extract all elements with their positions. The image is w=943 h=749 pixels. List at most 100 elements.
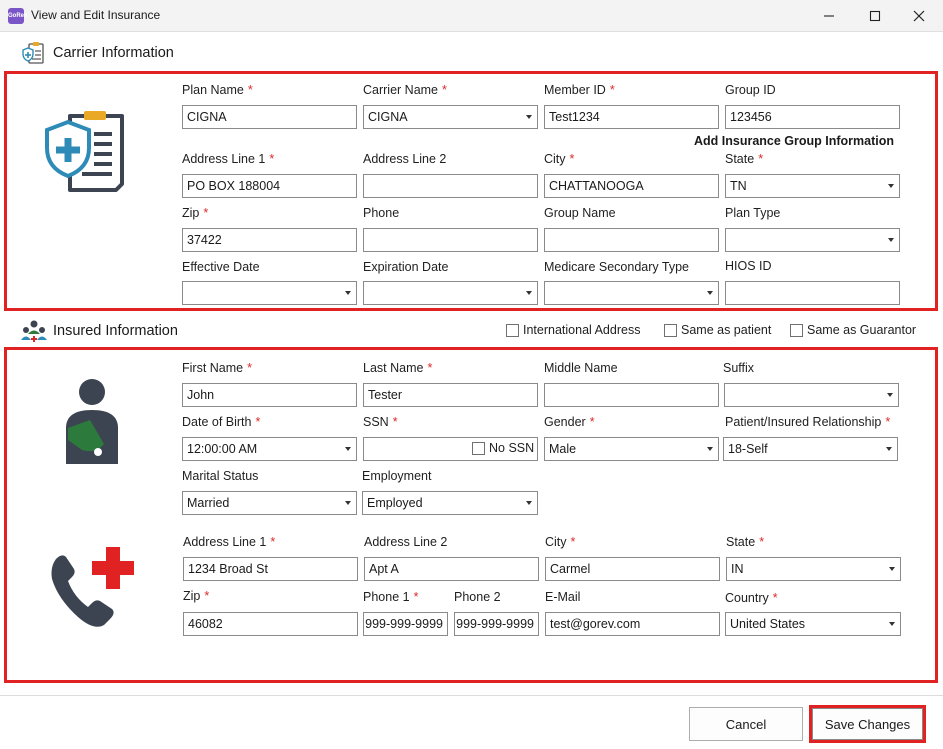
middle-name-input[interactable]: [544, 383, 719, 407]
relationship-label: Patient/Insured Relationship *: [725, 415, 891, 429]
gender-dropdown[interactable]: Male: [544, 437, 719, 461]
plan-name-label: Plan Name *: [182, 83, 253, 97]
chevron-down-icon: [889, 567, 895, 571]
carrier-city-input[interactable]: CHATTANOOGA: [544, 174, 719, 198]
effective-date-picker[interactable]: [182, 281, 357, 305]
first-name-input[interactable]: John: [182, 383, 357, 407]
medicare-secondary-dropdown[interactable]: [544, 281, 719, 305]
insured-city-label: City *: [545, 535, 576, 549]
checkbox-box[interactable]: [506, 323, 519, 337]
close-icon: [913, 10, 925, 22]
carrier-zip-input[interactable]: 37422: [182, 228, 357, 252]
insured-address2-input[interactable]: Apt A: [364, 557, 539, 581]
carrier-city-label: City *: [544, 152, 575, 166]
group-id-input[interactable]: 123456: [725, 105, 900, 129]
checkbox-box[interactable]: [790, 323, 803, 337]
insured-address1-label: Address Line 1 *: [183, 535, 276, 549]
same-as-patient-checkbox[interactable]: Same as patient: [664, 323, 771, 337]
phone2-label: Phone 2: [454, 590, 501, 604]
group-name-label: Group Name: [544, 206, 616, 220]
chevron-down-icon: [888, 238, 894, 242]
plan-name-input[interactable]: CIGNA: [182, 105, 357, 129]
employment-dropdown[interactable]: Employed: [362, 491, 538, 515]
chevron-down-icon: [526, 115, 532, 119]
chevron-down-icon: [345, 501, 351, 505]
injured-person-icon: [66, 379, 118, 464]
insurance-card-icon: [22, 42, 44, 64]
carrier-phone-input[interactable]: [363, 228, 538, 252]
same-as-guarantor-checkbox[interactable]: Same as Guarantor: [790, 323, 916, 337]
maximize-button[interactable]: [852, 0, 898, 32]
phone1-input[interactable]: 999-999-9999: [363, 612, 448, 636]
insured-state-dropdown[interactable]: IN: [726, 557, 901, 581]
people-group-icon: [21, 320, 47, 342]
chevron-down-icon: [345, 291, 351, 295]
country-label: Country *: [725, 591, 778, 605]
window-title: View and Edit Insurance: [31, 8, 161, 22]
chevron-down-icon: [526, 501, 532, 505]
expiration-date-label: Expiration Date: [363, 260, 449, 274]
suffix-label: Suffix: [723, 361, 755, 375]
hios-id-label: HIOS ID: [725, 259, 772, 273]
phone1-label: Phone 1 *: [363, 590, 419, 604]
carrier-state-label: State *: [725, 152, 764, 166]
title-bar: GoRev View and Edit Insurance: [0, 0, 943, 32]
medicare-secondary-label: Medicare Secondary Type: [544, 260, 689, 274]
carrier-state-dropdown[interactable]: TN: [725, 174, 900, 198]
chevron-down-icon: [526, 291, 532, 295]
carrier-zip-label: Zip *: [182, 206, 209, 220]
carrier-name-label: Carrier Name *: [363, 83, 447, 97]
ssn-label: SSN *: [363, 415, 398, 429]
minimize-button[interactable]: [806, 0, 852, 32]
effective-date-label: Effective Date: [182, 260, 260, 274]
phone-medical-cross-icon: [51, 547, 134, 627]
carrier-address1-input[interactable]: PO BOX 188004: [182, 174, 357, 198]
member-id-label: Member ID *: [544, 83, 615, 97]
insured-address1-input[interactable]: 1234 Broad St: [183, 557, 358, 581]
group-name-input[interactable]: [544, 228, 719, 252]
phone2-input[interactable]: 999-999-9999: [454, 612, 539, 636]
marital-status-label: Marital Status: [182, 469, 259, 483]
insured-address2-label: Address Line 2: [364, 535, 448, 549]
email-input[interactable]: test@gorev.com: [545, 612, 720, 636]
dob-picker[interactable]: 12:00:00 AM: [182, 437, 357, 461]
plan-type-label: Plan Type: [725, 206, 781, 220]
carrier-address2-input[interactable]: [363, 174, 538, 198]
chevron-down-icon: [888, 184, 894, 188]
expiration-date-picker[interactable]: [363, 281, 538, 305]
insured-zip-label: Zip *: [183, 589, 210, 603]
insured-city-input[interactable]: Carmel: [545, 557, 720, 581]
minimize-icon: [824, 15, 834, 17]
chevron-down-icon: [886, 447, 892, 451]
chevron-down-icon: [345, 447, 351, 451]
member-id-input[interactable]: Test1234: [544, 105, 719, 129]
last-name-label: Last Name *: [363, 361, 433, 375]
international-address-checkbox[interactable]: International Address: [506, 323, 640, 337]
chevron-down-icon: [889, 622, 895, 626]
cancel-button[interactable]: Cancel: [689, 707, 803, 741]
checkbox-box[interactable]: [472, 441, 485, 455]
shield-document-icon: [45, 111, 124, 192]
save-changes-button[interactable]: Save Changes: [812, 708, 923, 740]
checkbox-box[interactable]: [664, 323, 677, 337]
suffix-dropdown[interactable]: [724, 383, 899, 407]
group-id-label: Group ID: [725, 83, 776, 97]
relationship-dropdown[interactable]: 18-Self: [723, 437, 898, 461]
add-insurance-group-link[interactable]: Add Insurance Group Information: [694, 134, 894, 148]
app-logo: GoRev: [8, 8, 27, 24]
first-name-label: First Name *: [182, 361, 252, 375]
insured-state-label: State *: [726, 535, 765, 549]
close-button[interactable]: [896, 0, 942, 32]
insured-zip-input[interactable]: 46082: [183, 612, 358, 636]
hios-id-input[interactable]: [725, 281, 900, 305]
maximize-icon: [869, 10, 881, 22]
middle-name-label: Middle Name: [544, 361, 618, 375]
carrier-name-dropdown[interactable]: CIGNA: [363, 105, 538, 129]
plan-type-dropdown[interactable]: [725, 228, 900, 252]
last-name-input[interactable]: Tester: [363, 383, 538, 407]
marital-status-dropdown[interactable]: Married: [182, 491, 357, 515]
country-dropdown[interactable]: United States: [725, 612, 901, 636]
chevron-down-icon: [887, 393, 893, 397]
no-ssn-checkbox[interactable]: No SSN: [472, 441, 534, 455]
dob-label: Date of Birth *: [182, 415, 261, 429]
